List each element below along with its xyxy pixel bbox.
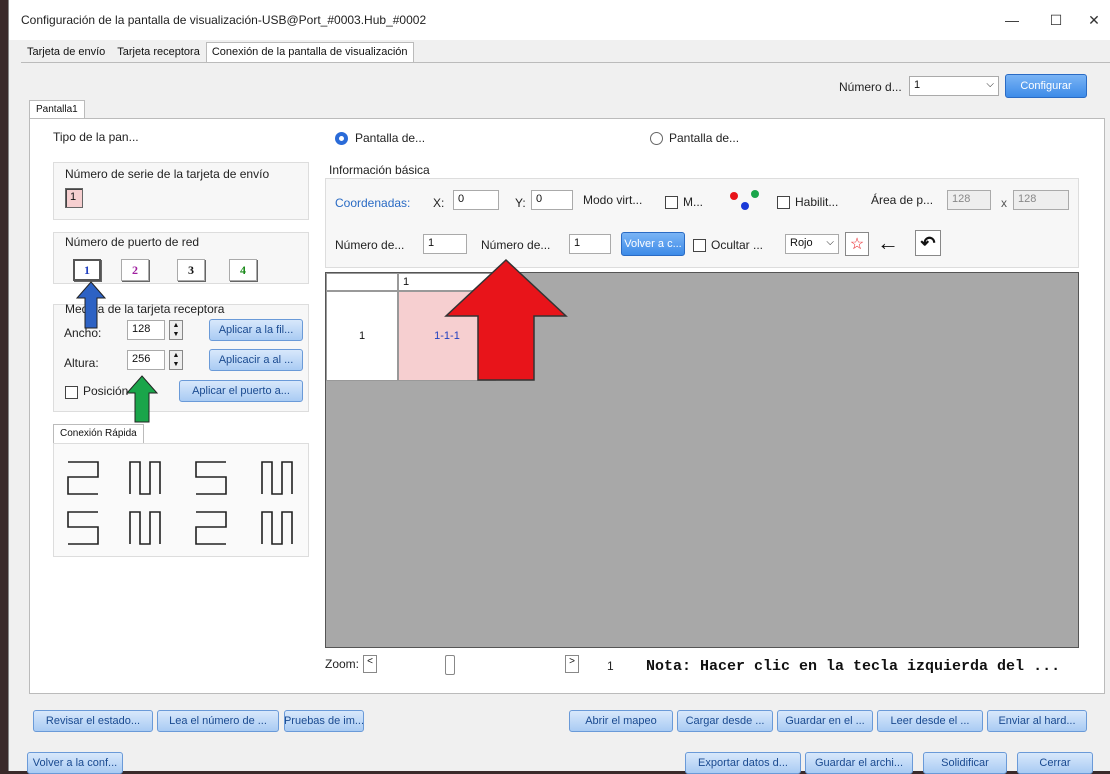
ocultar-label: Ocultar ...	[711, 238, 764, 252]
wiring-pattern-1-icon	[67, 461, 99, 495]
posicion-checkbox[interactable]	[65, 386, 78, 399]
star-icon[interactable]: ☆	[845, 232, 869, 256]
serie-value[interactable]: 1	[65, 188, 83, 208]
ocultar-checkbox[interactable]	[693, 239, 706, 252]
tab-conexion-pantalla[interactable]: Conexión de la pantalla de visualización	[205, 42, 414, 63]
grid-col-header: 1	[398, 273, 496, 291]
radio-pantalla-2-label: Pantalla de...	[669, 131, 740, 145]
lea-numero-button[interactable]: Lea el número de ...	[157, 710, 279, 732]
revisar-estado-button[interactable]: Revisar el estado...	[33, 710, 153, 732]
minimize-button[interactable]: —	[989, 6, 1035, 34]
medida-label: Medida de la tarjeta receptora	[65, 302, 225, 316]
tipo-label: Tipo de la pan...	[53, 130, 139, 144]
aplicar-puerto-button[interactable]: Aplicar el puerto a...	[179, 380, 303, 402]
nota-text: Nota: Hacer clic en la tecla izquierda d…	[646, 658, 1061, 675]
conexion-rapida-tab[interactable]: Conexión Rápida	[53, 424, 144, 443]
pruebas-button[interactable]: Pruebas de im...	[284, 710, 364, 732]
tab-pantalla1[interactable]: Pantalla1	[29, 100, 85, 118]
cargar-desde-button[interactable]: Cargar desde ...	[677, 710, 773, 732]
config-window: Configuración de la pantalla de visualiz…	[8, 0, 1110, 774]
wiring-pattern-4-icon	[261, 461, 293, 495]
puerto-label: Número de puerto de red	[65, 235, 200, 249]
color-select[interactable]: Rojo ⌵	[785, 234, 839, 254]
configurar-button[interactable]: Configurar	[1005, 74, 1087, 98]
y-label: Y:	[515, 196, 526, 210]
zoom-label: Zoom:	[325, 657, 360, 671]
m-checkbox[interactable]	[665, 196, 678, 209]
numero2-label: Número de...	[481, 238, 551, 252]
area-width-input[interactable]: 128	[947, 190, 991, 210]
ancho-stepper[interactable]: ▲ ▼	[169, 320, 183, 340]
grid-row-header: 1	[326, 291, 398, 381]
conexion-rapida-group	[53, 443, 309, 557]
main-tabs: Tarjeta de envío Tarjeta receptora Conex…	[21, 42, 414, 63]
altura-stepper[interactable]: ▲ ▼	[169, 350, 183, 370]
window-title: Configuración de la pantalla de visualiz…	[21, 13, 427, 27]
zoom-right-button[interactable]: >	[565, 655, 579, 673]
chevron-down-icon: ⌵	[826, 237, 834, 248]
aplicar-al-button[interactable]: Aplicacir a al ...	[209, 349, 303, 371]
leer-desde-button[interactable]: Leer desde el ...	[877, 710, 983, 732]
area-height-input[interactable]: 128	[1013, 190, 1069, 210]
undo-icon[interactable]: ↶	[915, 230, 941, 256]
mapping-grid[interactable]: 1 1 1-1-1	[325, 272, 1079, 648]
ancho-input[interactable]: 128	[127, 320, 165, 340]
tab-divider	[21, 62, 1110, 63]
radio-pantalla-1-label: Pantalla de...	[355, 131, 426, 145]
tab-tarjeta-envio[interactable]: Tarjeta de envío	[21, 42, 111, 62]
zoom-slider-thumb[interactable]	[445, 655, 455, 675]
volver-button[interactable]: Volver a c...	[621, 232, 685, 256]
abrir-mapeo-button[interactable]: Abrir el mapeo	[569, 710, 673, 732]
modo-label: Modo virt...	[583, 193, 643, 207]
habilitar-label: Habilit...	[795, 195, 839, 209]
numero-select[interactable]: 1 ⌵	[909, 76, 999, 96]
numero2-input[interactable]: 1	[569, 234, 611, 254]
grid-cell-1-1[interactable]: 1-1-1	[398, 291, 496, 381]
color-value: Rojo	[790, 237, 813, 249]
chevron-down-icon: ⌵	[986, 79, 994, 90]
enviar-hard-button[interactable]: Enviar al hard...	[987, 710, 1087, 732]
radio-pantalla-1[interactable]	[335, 132, 348, 145]
port-4-button[interactable]: 4	[229, 259, 257, 281]
habilitar-checkbox[interactable]	[777, 196, 790, 209]
port-1-button[interactable]: 1	[73, 259, 101, 281]
guardar-en-button[interactable]: Guardar en el ...	[777, 710, 873, 732]
wiring-pattern-2-icon	[129, 461, 161, 495]
posicion-label: Posición	[83, 384, 129, 398]
arrow-left-icon[interactable]: ←	[877, 230, 899, 256]
altura-input[interactable]: 256	[127, 350, 165, 370]
area-label: Área de p...	[871, 193, 934, 207]
port-2-button[interactable]: 2	[121, 259, 149, 281]
port-3-button[interactable]: 3	[177, 259, 205, 281]
x-input[interactable]: 0	[453, 190, 499, 210]
serie-label: Número de serie de la tarjeta de envío	[65, 167, 270, 181]
info-label: Información básica	[329, 163, 430, 177]
ancho-label: Ancho:	[64, 326, 102, 340]
numero1-input[interactable]: 1	[423, 234, 467, 254]
coordenadas-label: Coordenadas:	[335, 196, 411, 210]
wiring-pattern-3-icon	[195, 461, 227, 495]
wiring-pattern-icons	[67, 461, 293, 545]
close-button[interactable]: ✕	[1071, 6, 1110, 34]
rgb-dots-icon	[730, 190, 759, 210]
aplicar-fila-button[interactable]: Aplicar a la fil...	[209, 319, 303, 341]
tab-tarjeta-receptora[interactable]: Tarjeta receptora	[111, 42, 206, 62]
altura-label: Altura:	[64, 356, 99, 370]
grid-corner	[326, 273, 398, 291]
numero-value: 1	[914, 79, 921, 91]
area-x-label: x	[1001, 196, 1007, 210]
radio-pantalla-2[interactable]	[650, 132, 663, 145]
title-bar: Configuración de la pantalla de visualiz…	[9, 0, 1110, 40]
zoom-value: 1	[607, 659, 614, 673]
numero1-label: Número de...	[335, 238, 405, 252]
zoom-left-button[interactable]: <	[363, 655, 377, 673]
x-label: X:	[433, 196, 445, 210]
m-label: M...	[683, 195, 703, 209]
y-input[interactable]: 0	[531, 190, 573, 210]
numero-label: Número d...	[839, 80, 902, 94]
